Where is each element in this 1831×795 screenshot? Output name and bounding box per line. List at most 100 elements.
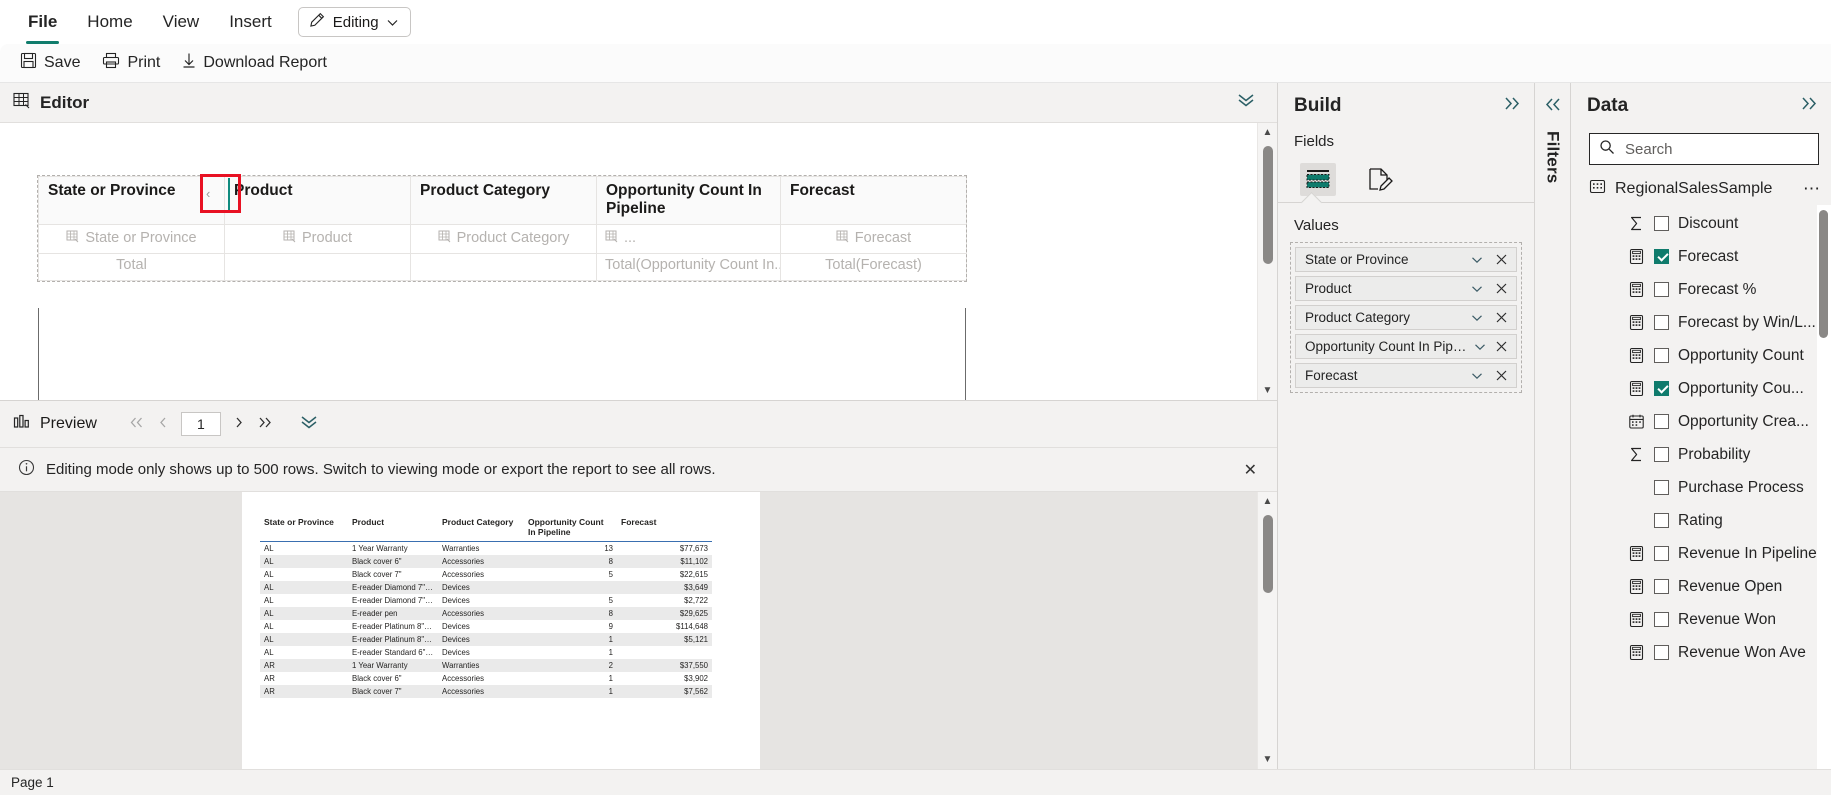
data-field-item[interactable]: Opportunity Cou... <box>1571 372 1817 405</box>
close-icon[interactable]: ✕ <box>1240 460 1261 480</box>
preview-scroll-thumb[interactable] <box>1263 515 1273 593</box>
data-field-item[interactable]: Opportunity Crea... <box>1571 405 1817 438</box>
chevron-down-icon[interactable] <box>1469 336 1489 358</box>
data-field-item[interactable]: Purchase Process <box>1571 471 1817 504</box>
design-field-cell[interactable]: State or Province <box>38 223 225 254</box>
value-pill-state-or-province[interactable]: State or Province <box>1295 247 1517 272</box>
editor-vertical-scrollbar[interactable]: ▲ ▼ <box>1257 123 1277 400</box>
build-values-dropzone[interactable]: State or Province Product Product Catego… <box>1290 242 1522 393</box>
format-visual-icon[interactable] <box>1362 163 1398 196</box>
design-total-cell[interactable]: Total(Opportunity Count In... <box>596 252 781 281</box>
data-field-item[interactable]: Forecast <box>1571 240 1817 273</box>
design-field-cell[interactable]: Product Category <box>410 223 597 254</box>
design-total-cell[interactable]: Total(Forecast) <box>780 252 967 281</box>
data-table-RegionalSalesSample[interactable]: RegionalSalesSample ⋯ <box>1571 173 1831 205</box>
design-header-cell[interactable]: Product Category <box>410 176 597 225</box>
editing-mode-dropdown[interactable]: Editing <box>297 7 411 37</box>
column-resize-line[interactable] <box>228 178 230 210</box>
search-input[interactable] <box>1623 139 1826 159</box>
field-checkbox[interactable] <box>1654 414 1669 429</box>
data-fields-scroll-thumb[interactable] <box>1819 210 1828 338</box>
more-options-icon[interactable]: ⋯ <box>1803 179 1821 199</box>
data-field-item[interactable]: Forecast by Win/L... <box>1571 306 1817 339</box>
chevron-down-icon[interactable] <box>1466 365 1488 387</box>
data-field-item[interactable]: Discount <box>1571 207 1817 240</box>
data-field-item[interactable]: Revenue In Pipeline <box>1571 537 1817 570</box>
last-page-button[interactable] <box>257 416 274 433</box>
preview-vertical-scrollbar[interactable]: ▲ ▼ <box>1257 492 1277 769</box>
value-pill-product[interactable]: Product <box>1295 276 1517 301</box>
field-checkbox[interactable] <box>1654 315 1669 330</box>
search-box[interactable] <box>1589 133 1826 165</box>
design-field-cell[interactable]: Forecast <box>780 223 967 254</box>
data-field-item[interactable]: Revenue Won <box>1571 603 1817 636</box>
design-field-cell[interactable]: ... <box>596 223 781 254</box>
field-checkbox[interactable] <box>1654 216 1669 231</box>
field-checkbox[interactable] <box>1654 645 1669 660</box>
scroll-up-icon[interactable]: ▲ <box>1263 492 1273 511</box>
design-header-cell[interactable]: Forecast <box>780 176 967 225</box>
page-number-input[interactable] <box>180 412 221 436</box>
chevron-down-icon[interactable] <box>1466 249 1488 271</box>
close-icon[interactable] <box>1490 307 1512 329</box>
data-field-item[interactable]: Forecast % <box>1571 273 1817 306</box>
design-total-cell[interactable]: Total <box>38 252 225 281</box>
data-field-item[interactable]: Opportunity Count <box>1571 339 1817 372</box>
data-field-item[interactable]: Revenue Open <box>1571 570 1817 603</box>
design-total-cell[interactable] <box>224 252 411 281</box>
close-icon[interactable] <box>1490 249 1512 271</box>
chevron-down-icon[interactable] <box>1466 307 1488 329</box>
value-pill-forecast[interactable]: Forecast <box>1295 363 1517 388</box>
field-checkbox[interactable] <box>1654 579 1669 594</box>
filters-collapse-icon[interactable] <box>1543 97 1563 117</box>
field-checkbox[interactable] <box>1654 447 1669 462</box>
editor-collapse-icon[interactable] <box>1229 90 1263 115</box>
field-checkbox[interactable] <box>1654 348 1669 363</box>
ribbon-tab-home[interactable]: Home <box>73 4 146 41</box>
preview-collapse-icon[interactable] <box>292 412 326 437</box>
editor-canvas[interactable]: State or Province Product Product Catego… <box>0 123 1257 400</box>
field-checkbox[interactable] <box>1654 612 1669 627</box>
first-page-button[interactable] <box>128 416 145 433</box>
build-panel-expand-icon[interactable] <box>1502 96 1522 116</box>
field-checkbox[interactable] <box>1654 282 1669 297</box>
print-button[interactable]: Print <box>102 52 160 74</box>
design-total-cell[interactable] <box>410 252 597 281</box>
download-report-button[interactable]: Download Report <box>182 52 327 74</box>
scroll-down-icon[interactable]: ▼ <box>1263 381 1273 400</box>
table-visual-icon[interactable] <box>1300 162 1336 196</box>
next-page-button[interactable] <box>234 416 244 433</box>
ribbon-tab-file[interactable]: File <box>14 4 71 44</box>
previous-page-button[interactable] <box>158 416 168 433</box>
preview-scroll-area[interactable]: State or Province Product Product Catego… <box>0 492 1257 769</box>
save-button[interactable]: Save <box>20 52 80 74</box>
design-field-cell[interactable]: Product <box>224 223 411 254</box>
field-checkbox[interactable] <box>1654 249 1669 264</box>
close-icon[interactable] <box>1490 365 1512 387</box>
design-header-cell[interactable]: Product <box>224 176 411 225</box>
preview-scroll-track[interactable] <box>1258 511 1277 750</box>
data-fields-scrollbar[interactable] <box>1817 205 1831 769</box>
close-icon[interactable] <box>1492 336 1512 358</box>
field-checkbox[interactable] <box>1654 480 1669 495</box>
design-header-cell[interactable]: State or Province <box>38 176 225 225</box>
field-checkbox[interactable] <box>1654 513 1669 528</box>
editor-scroll-track[interactable] <box>1258 142 1277 381</box>
field-checkbox[interactable] <box>1654 546 1669 561</box>
ribbon-tab-insert[interactable]: Insert <box>215 4 286 41</box>
design-header-cell[interactable]: Opportunity Count In Pipeline <box>596 176 781 225</box>
field-checkbox[interactable] <box>1654 381 1669 396</box>
ribbon-tab-view[interactable]: View <box>149 4 214 41</box>
data-field-item[interactable]: Revenue Won Ave <box>1571 636 1817 669</box>
data-field-item[interactable]: Probability <box>1571 438 1817 471</box>
value-pill-opportunity-count-in-pipeline[interactable]: Opportunity Count In Pipeline <box>1295 334 1517 359</box>
close-icon[interactable] <box>1490 278 1512 300</box>
scroll-down-icon[interactable]: ▼ <box>1263 750 1273 769</box>
scroll-up-icon[interactable]: ▲ <box>1263 123 1273 142</box>
data-panel-expand-icon[interactable] <box>1799 96 1819 116</box>
editor-scroll-thumb[interactable] <box>1263 146 1273 264</box>
value-pill-product-category[interactable]: Product Category <box>1295 305 1517 330</box>
filters-pane-label[interactable]: Filters <box>1543 131 1563 183</box>
chevron-down-icon[interactable] <box>1466 278 1488 300</box>
data-field-item[interactable]: Rating <box>1571 504 1817 537</box>
